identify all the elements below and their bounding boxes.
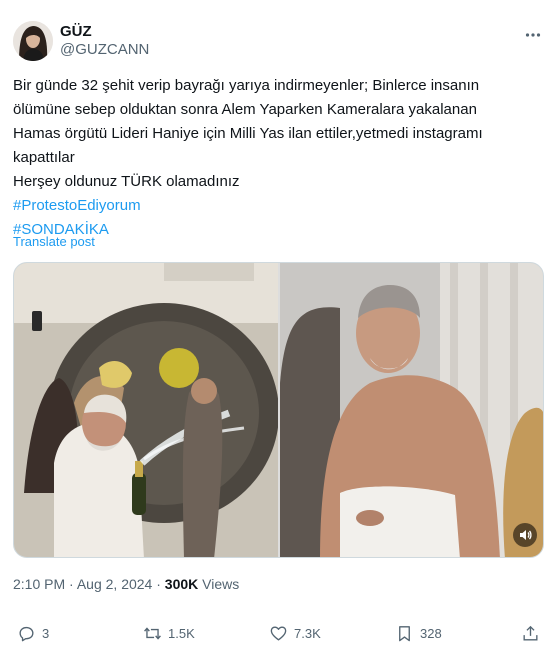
tweet-text-line: Bir günde 32 şehit verip bayrağı yarıya …	[13, 77, 480, 94]
more-horizontal-icon	[525, 33, 541, 37]
more-options-button[interactable]	[523, 25, 543, 45]
like-count: 7.3K	[294, 625, 321, 641]
reply-icon	[19, 626, 34, 641]
media-grid	[13, 262, 544, 558]
translate-post-link[interactable]: Translate post	[13, 234, 95, 250]
audio-toggle-button[interactable]	[513, 523, 537, 547]
repost-icon	[144, 626, 161, 640]
media-video-thumbnail[interactable]	[280, 263, 543, 557]
tweet-text-line: Hamas örgütü Lideri Haniye için Milli Ya…	[13, 125, 483, 142]
tweet-text: Bir günde 32 şehit verip bayrağı yarıya …	[13, 74, 543, 242]
display-name[interactable]: GÜZ	[60, 23, 92, 41]
tweet-meta: 2:10 PM · Aug 2, 2024 · 300K Views	[13, 575, 239, 593]
tweet: GÜZ @GUZCANN Bir günde 32 şehit verip ba…	[0, 0, 556, 645]
reply-count: 3	[42, 625, 50, 641]
tweet-text-line: Herşey oldunuz TÜRK olamadınız	[13, 173, 240, 190]
post-time[interactable]: 2:10 PM	[13, 576, 65, 592]
user-handle[interactable]: @GUZCANN	[60, 41, 149, 59]
tweet-text-line: kapattılar	[13, 149, 75, 166]
meta-separator: ·	[69, 576, 74, 592]
tweet-text-line: ölümüne sebep olduktan sonra Alem Yapark…	[13, 101, 477, 118]
meta-separator: ·	[156, 576, 161, 592]
views-count: 300K	[164, 576, 199, 592]
hashtag-link[interactable]: #ProtestoEdiyorum	[13, 194, 543, 218]
repost-count: 1.5K	[168, 625, 195, 641]
repost-button[interactable]: 1.5K	[143, 622, 195, 644]
views-label: Views	[202, 576, 240, 592]
share-icon	[523, 625, 538, 641]
speaker-icon	[520, 530, 532, 540]
share-button[interactable]	[521, 622, 546, 644]
bookmark-count: 328	[420, 625, 442, 641]
tweet-header: GÜZ @GUZCANN	[13, 19, 543, 63]
like-button[interactable]: 7.3K	[269, 622, 321, 644]
bookmark-icon	[399, 625, 410, 641]
avatar[interactable]	[13, 21, 53, 61]
post-date[interactable]: Aug 2, 2024	[77, 576, 153, 592]
media-photo-party[interactable]	[14, 263, 278, 557]
action-bar: 3 1.5K 7.3K 328	[13, 622, 543, 644]
heart-icon	[270, 625, 287, 641]
bookmark-button[interactable]: 328	[395, 622, 442, 644]
reply-button[interactable]: 3	[17, 622, 49, 644]
